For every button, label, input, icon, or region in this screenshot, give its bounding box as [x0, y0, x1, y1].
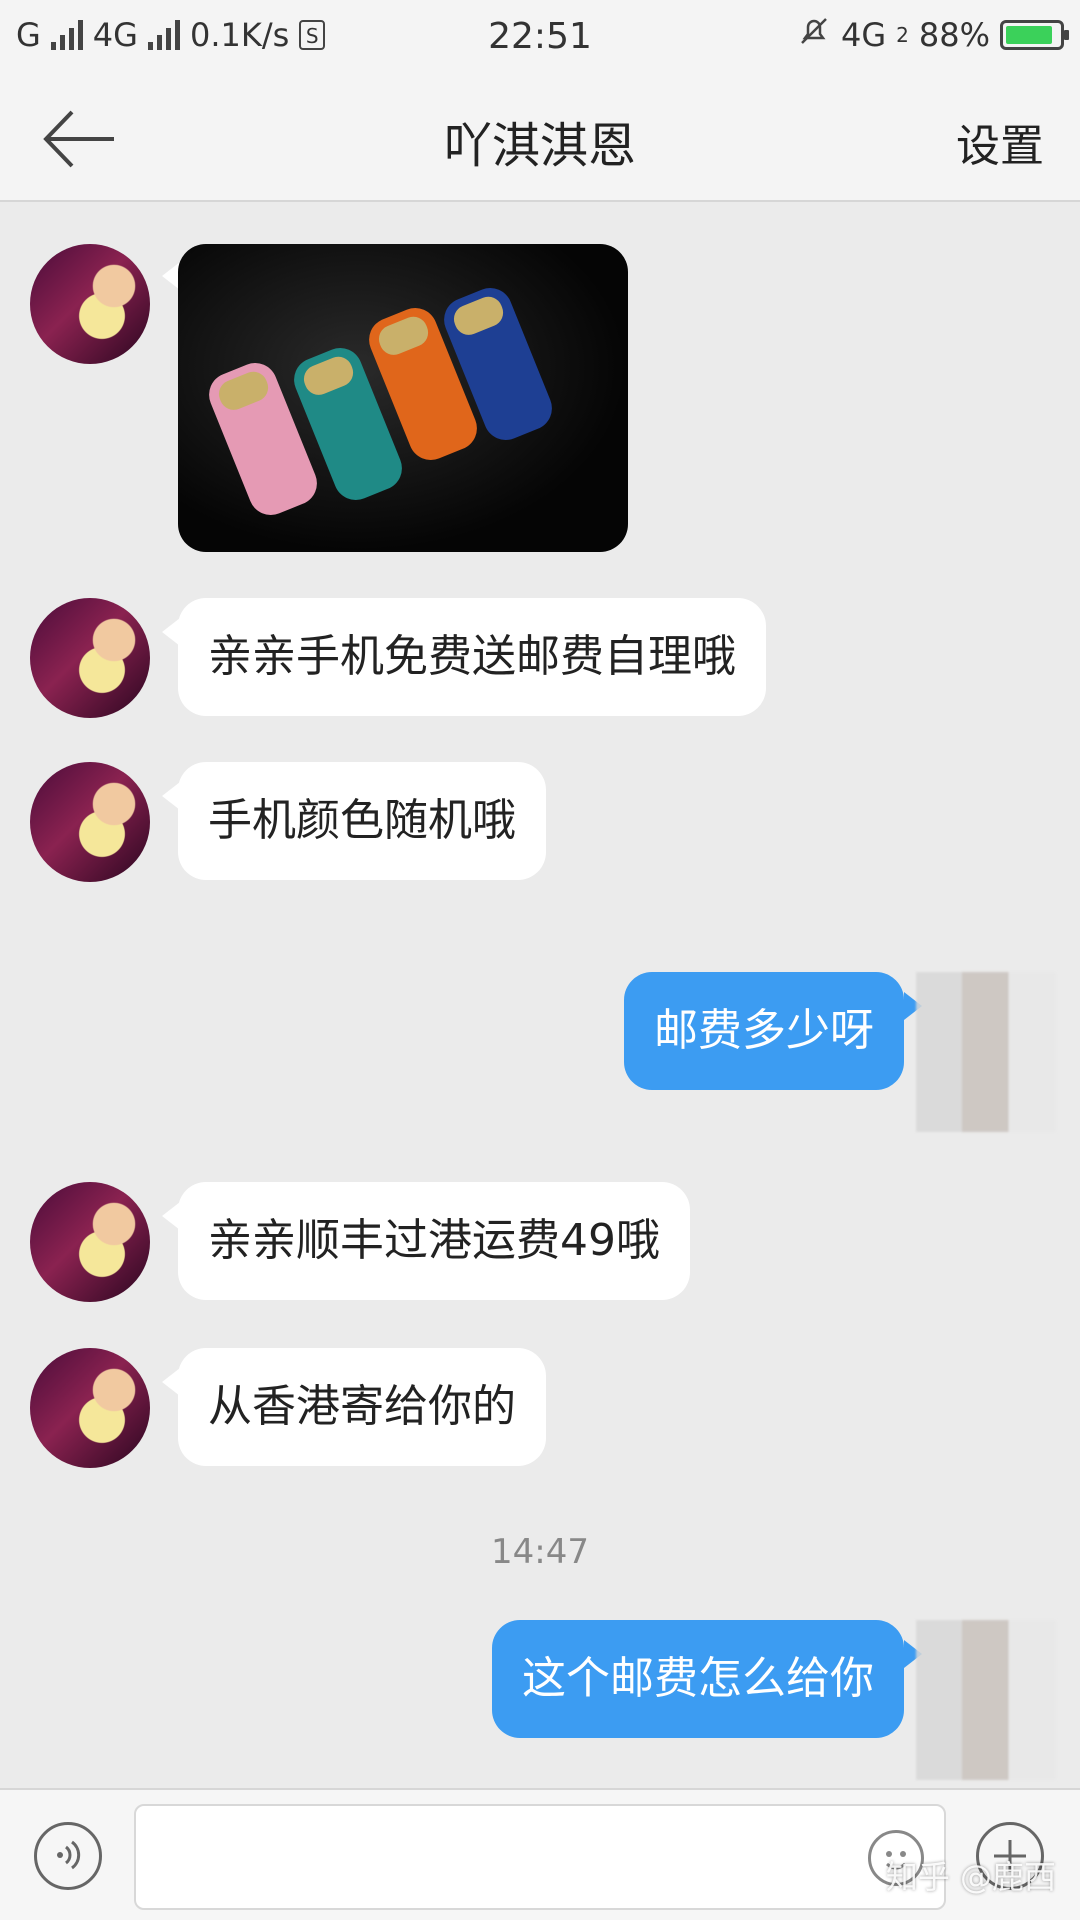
message-bubble-outgoing[interactable]: 邮费多少呀: [624, 972, 904, 1090]
message-bubble-incoming[interactable]: 亲亲顺丰过港运费49哦: [178, 1182, 690, 1300]
nav-bar: 吖淇淇恩 设置: [0, 76, 1080, 202]
message-input[interactable]: [134, 1804, 946, 1910]
message-bubble-incoming[interactable]: 手机颜色随机哦: [178, 762, 546, 880]
chat-title: 吖淇淇恩: [443, 118, 636, 174]
status-right: 4G 2 88%: [797, 14, 1069, 56]
settings-button[interactable]: 设置: [956, 110, 1044, 174]
message-bubble-outgoing[interactable]: 这个邮费怎么给你: [492, 1620, 904, 1738]
my-avatar[interactable]: [916, 1620, 1056, 1780]
sim-slot-label: 2: [896, 23, 909, 47]
network-label-right: 4G: [840, 16, 887, 54]
contact-avatar[interactable]: [30, 1348, 150, 1468]
battery-percent: 88%: [918, 16, 990, 54]
contact-avatar[interactable]: [30, 1182, 150, 1302]
contact-avatar[interactable]: [30, 598, 150, 718]
battery-icon: [1000, 20, 1069, 50]
mute-bell-icon: [797, 14, 831, 56]
chat-area[interactable]: 亲亲手机免费送邮费自理哦 手机颜色随机哦 邮费多少呀 亲亲顺丰过港运费49哦 从…: [0, 202, 1080, 1788]
status-bar: G 4G 0.1K/s S 22:51 4G 2 88%: [0, 0, 1080, 76]
message-bubble-incoming[interactable]: 从香港寄给你的: [178, 1348, 546, 1466]
message-timestamp: 14:47: [491, 1532, 589, 1572]
watermark: 知乎 @鹿西: [885, 1858, 1056, 1896]
contact-avatar[interactable]: [30, 762, 150, 882]
voice-input-icon[interactable]: [34, 1822, 102, 1890]
message-bubble-incoming[interactable]: 亲亲手机免费送邮费自理哦: [178, 598, 766, 716]
my-avatar[interactable]: [916, 972, 1056, 1132]
contact-avatar[interactable]: [30, 244, 150, 364]
image-message[interactable]: [178, 244, 628, 552]
